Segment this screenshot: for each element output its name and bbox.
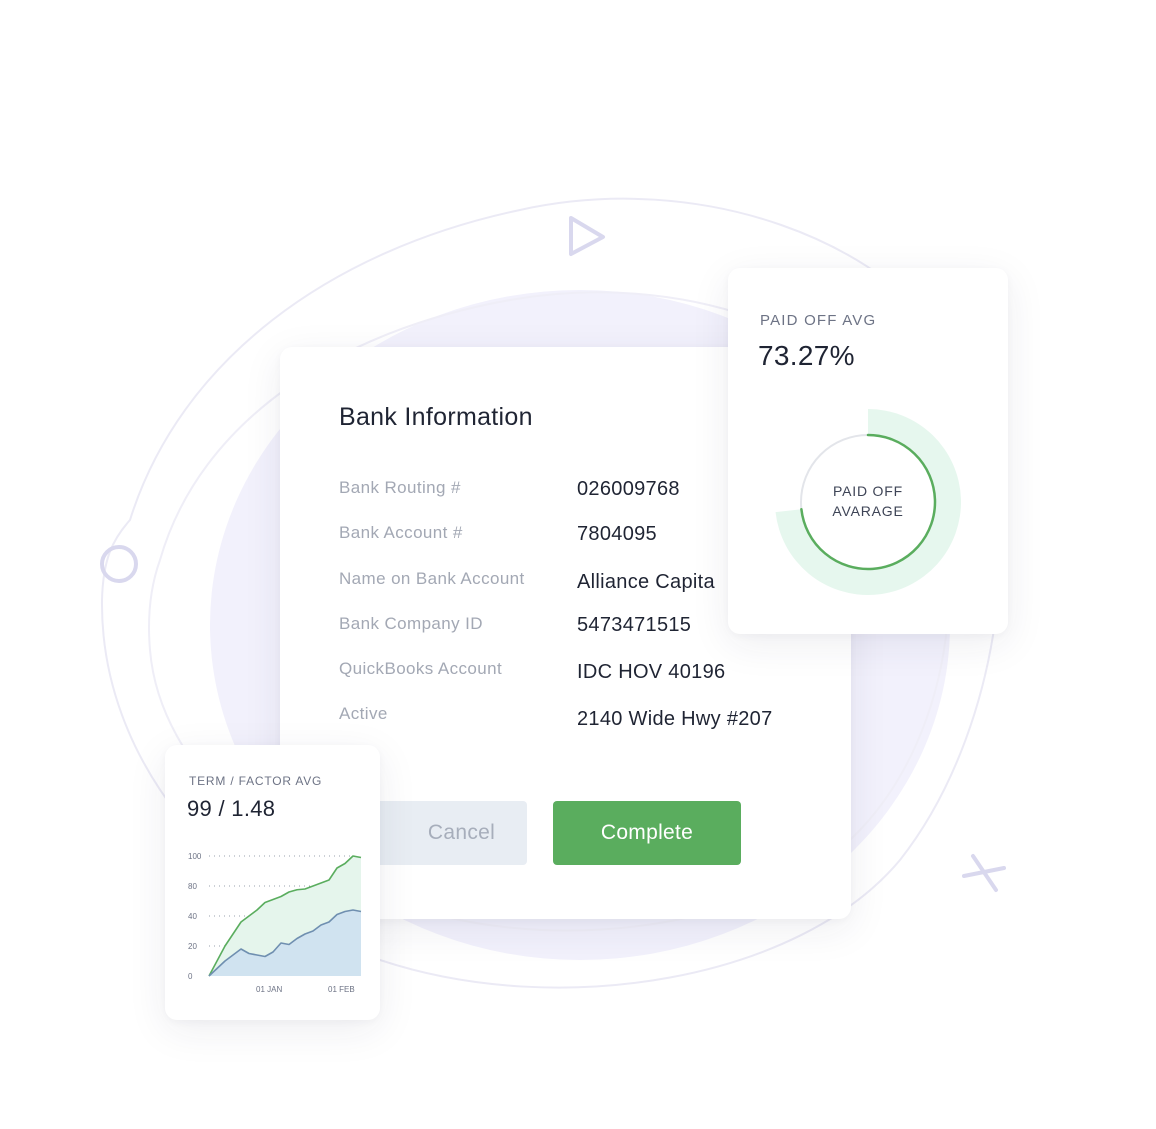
- cross-shape-icon: [962, 854, 1006, 892]
- bank-account-value: 7804095: [577, 523, 657, 545]
- chart-y-tick-label: 40: [188, 912, 197, 921]
- bank-account-label: Bank Account #: [339, 523, 463, 542]
- term-factor-avg-label: TERM / FACTOR AVG: [189, 774, 323, 788]
- complete-button[interactable]: Complete: [553, 801, 741, 865]
- active-row: Active 2140 Wide Hwy #207: [339, 704, 839, 734]
- bank-company-id-label: Bank Company ID: [339, 614, 483, 633]
- chart-y-tick-label: 0: [188, 972, 193, 981]
- name-on-account-label: Name on Bank Account: [339, 569, 525, 588]
- chart-y-tick-label: 100: [188, 852, 202, 861]
- bank-routing-value: 026009768: [577, 478, 680, 500]
- bank-information-title: Bank Information: [339, 403, 533, 431]
- donut-center-label: PAID OFF AVARAGE: [768, 481, 968, 521]
- bank-routing-label: Bank Routing #: [339, 478, 461, 497]
- term-factor-area-chart: 100 80 40 20 0 01 JAN 01 FEB: [188, 852, 362, 994]
- donut-center-line1: PAID OFF: [833, 483, 903, 499]
- paid-off-avg-value: 73.27%: [758, 340, 855, 371]
- triangle-shape-icon: [569, 216, 605, 256]
- quickbooks-account-row: QuickBooks Account IDC HOV 40196: [339, 659, 839, 689]
- chart-x-tick-label: 01 JAN: [256, 985, 282, 994]
- active-label: Active: [339, 704, 388, 723]
- active-value: 2140 Wide Hwy #207: [577, 708, 773, 730]
- cancel-button[interactable]: Cancel: [372, 801, 527, 865]
- paid-off-avg-label: PAID OFF AVG: [760, 312, 877, 329]
- name-on-account-value: Alliance Capita: [577, 571, 715, 593]
- chart-x-tick-label: 01 FEB: [328, 985, 355, 994]
- bank-company-id-value: 5473471515: [577, 614, 692, 636]
- quickbooks-account-value: IDC HOV 40196: [577, 661, 726, 683]
- paid-off-avg-card: PAID OFF AVG 73.27% PAID OFF AVARAGE: [728, 268, 1008, 634]
- term-factor-avg-value: 99 / 1.48: [187, 796, 276, 821]
- term-factor-avg-card: TERM / FACTOR AVG 99 / 1.48 100 80 40 20 0 01…: [165, 745, 380, 1020]
- donut-center-line2: AVARAGE: [832, 503, 904, 519]
- quickbooks-account-label: QuickBooks Account: [339, 659, 503, 678]
- chart-y-tick-label: 20: [188, 942, 197, 951]
- chart-y-tick-label: 80: [188, 882, 197, 891]
